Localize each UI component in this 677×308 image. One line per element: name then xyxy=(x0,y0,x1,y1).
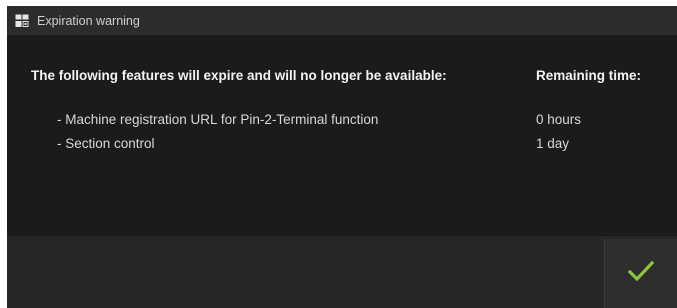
feature-remaining-time: 0 hours xyxy=(536,112,582,127)
dialog-content: The following features will expire and w… xyxy=(7,35,677,236)
confirm-button[interactable] xyxy=(604,239,677,308)
dialog-title-bar: Expiration warning xyxy=(7,6,677,35)
expiring-features-heading: The following features will expire and w… xyxy=(31,68,447,83)
feature-label: - Machine registration URL for Pin-2-Ter… xyxy=(57,112,379,127)
feature-label: - Section control xyxy=(57,136,155,151)
feature-remaining-time: 1 day xyxy=(536,136,570,151)
dialog-footer xyxy=(7,236,677,308)
checkmark-icon xyxy=(627,260,655,287)
dialog-title: Expiration warning xyxy=(37,13,140,28)
expiration-warning-dialog: Expiration warning The following feature… xyxy=(7,6,677,308)
remaining-time-heading: Remaining time: xyxy=(536,68,642,83)
license-icon xyxy=(15,14,29,28)
